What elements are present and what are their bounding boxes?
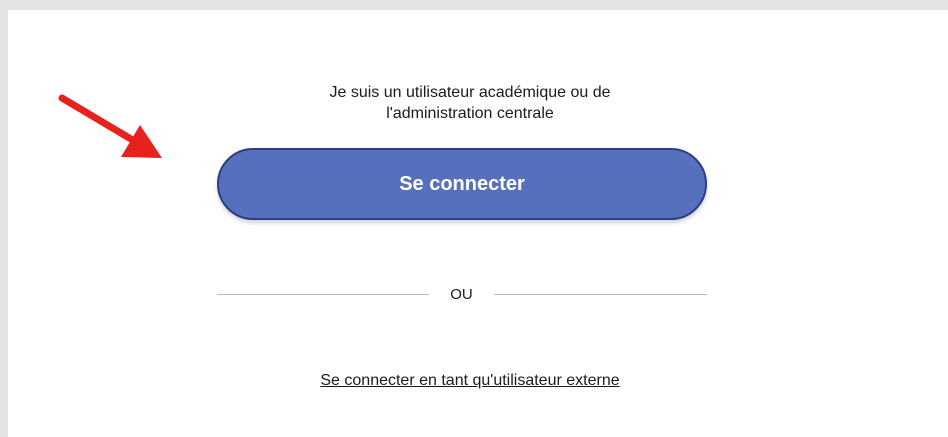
arrow-icon xyxy=(58,94,162,158)
login-button-label: Se connecter xyxy=(399,172,525,195)
login-button[interactable]: Se connecter xyxy=(217,148,707,220)
external-user-login-link[interactable]: Se connecter en tant qu'utilisateur exte… xyxy=(8,371,932,391)
separator-line-right xyxy=(494,294,707,295)
separator-line-left xyxy=(217,294,429,295)
separator-label: OU xyxy=(450,286,473,303)
login-panel: Je suis un utilisateur académique ou de … xyxy=(8,10,948,437)
